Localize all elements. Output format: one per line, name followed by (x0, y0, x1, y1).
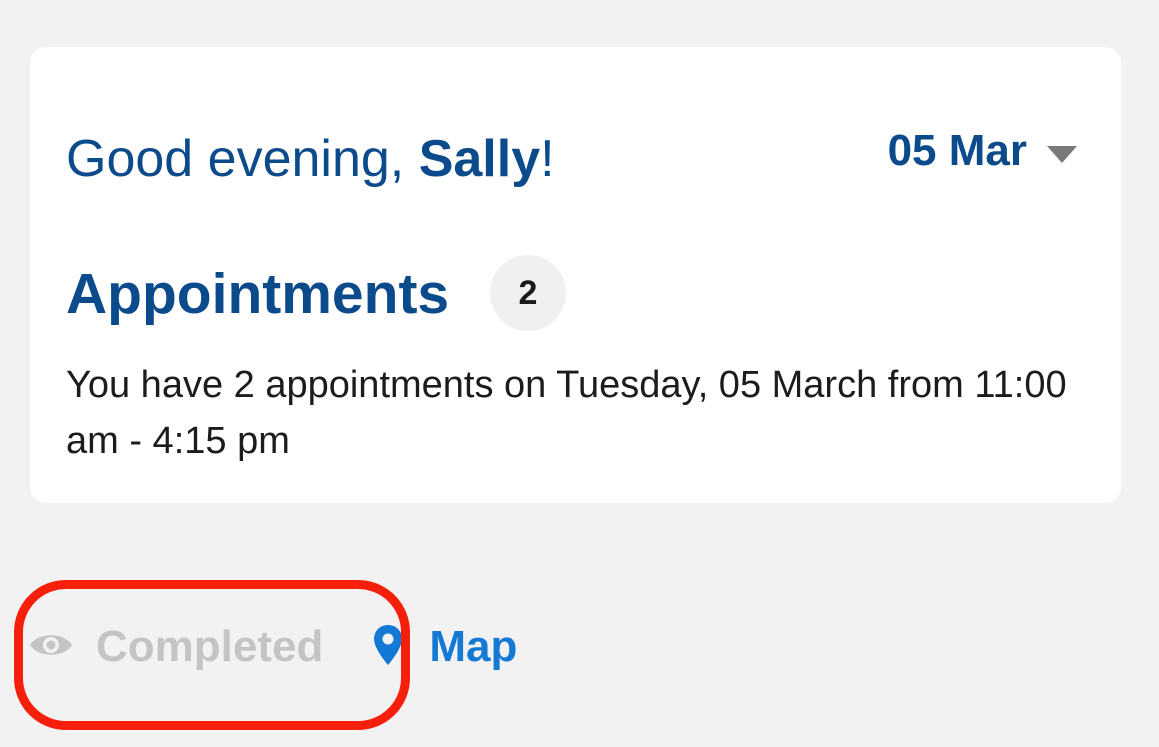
greeting-suffix: ! (540, 130, 555, 188)
appointments-description: You have 2 appointments on Tuesday, 05 M… (66, 364, 1067, 462)
completed-filter-button[interactable]: Completed (28, 621, 323, 673)
caret-down-icon (1047, 145, 1077, 163)
map-view-button[interactable]: Map (373, 621, 517, 673)
user-name: Sally (418, 130, 541, 188)
map-view-label: Map (429, 622, 518, 671)
greeting-prefix: Good evening, (66, 130, 419, 188)
appointments-count-badge: 2 (490, 255, 566, 331)
summary-card: Good evening, Sally! 05 Mar Appointments… (30, 47, 1121, 503)
completed-filter-label: Completed (96, 622, 324, 671)
appointments-title: Appointments (66, 262, 450, 326)
date-selector-value: 05 Mar (887, 126, 1027, 175)
view-filter-row: Completed Map (28, 612, 517, 682)
eye-icon (28, 629, 74, 666)
greeting-heading: Good evening, Sally! (66, 127, 555, 191)
map-pin-icon (373, 624, 403, 671)
date-selector[interactable]: 05 Mar (888, 125, 1077, 177)
